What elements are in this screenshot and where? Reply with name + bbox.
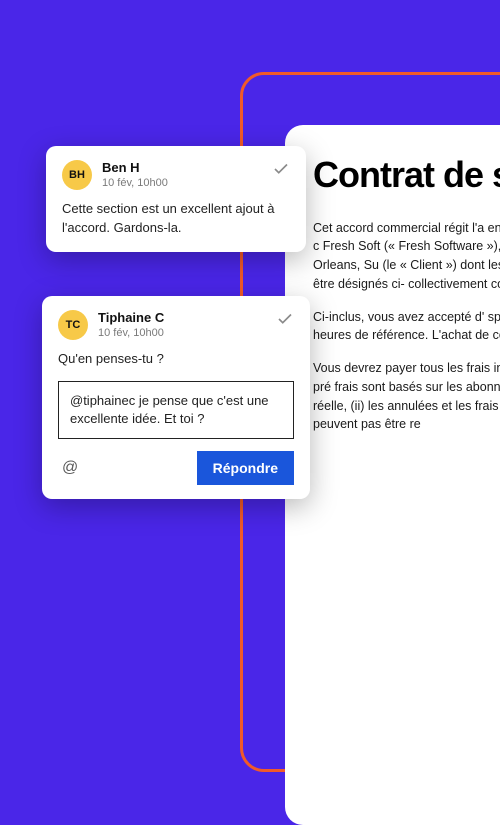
reply-input[interactable]: @tiphainec je pense que c'est une excell… [58, 381, 294, 439]
document-title: Contrat de servic [313, 155, 500, 195]
comment-card[interactable]: BH Ben H 10 fév, 10h00 Cette section est… [46, 146, 306, 252]
mention-button[interactable]: @ [58, 457, 82, 479]
comment-timestamp: 10 fév, 10h00 [98, 326, 276, 340]
reply-actions: @ Répondre [58, 451, 294, 485]
comment-header: TC Tiphaine C 10 fév, 10h00 [58, 310, 294, 340]
comment-body: Qu'en penses-tu ? [58, 350, 294, 369]
document-page: Contrat de servic Cet accord commercial … [285, 125, 500, 825]
avatar: TC [58, 310, 88, 340]
comment-body: Cette section est un excellent ajout à l… [62, 200, 290, 238]
resolve-check-icon[interactable] [276, 310, 294, 328]
author-block: Tiphaine C 10 fév, 10h00 [98, 310, 276, 340]
document-paragraph: Ci-inclus, vous avez accepté d' spécifié… [313, 308, 500, 346]
author-name: Tiphaine C [98, 310, 276, 326]
comment-card[interactable]: TC Tiphaine C 10 fév, 10h00 Qu'en penses… [42, 296, 310, 499]
resolve-check-icon[interactable] [272, 160, 290, 178]
document-paragraph: Vous devrez payer tous les frais indicat… [313, 359, 500, 434]
comment-timestamp: 10 fév, 10h00 [102, 176, 272, 190]
author-block: Ben H 10 fév, 10h00 [102, 160, 272, 190]
document-paragraph: Cet accord commercial régit l'a entrera … [313, 219, 500, 294]
reply-button[interactable]: Répondre [197, 451, 294, 485]
comment-header: BH Ben H 10 fév, 10h00 [62, 160, 290, 190]
author-name: Ben H [102, 160, 272, 176]
avatar: BH [62, 160, 92, 190]
